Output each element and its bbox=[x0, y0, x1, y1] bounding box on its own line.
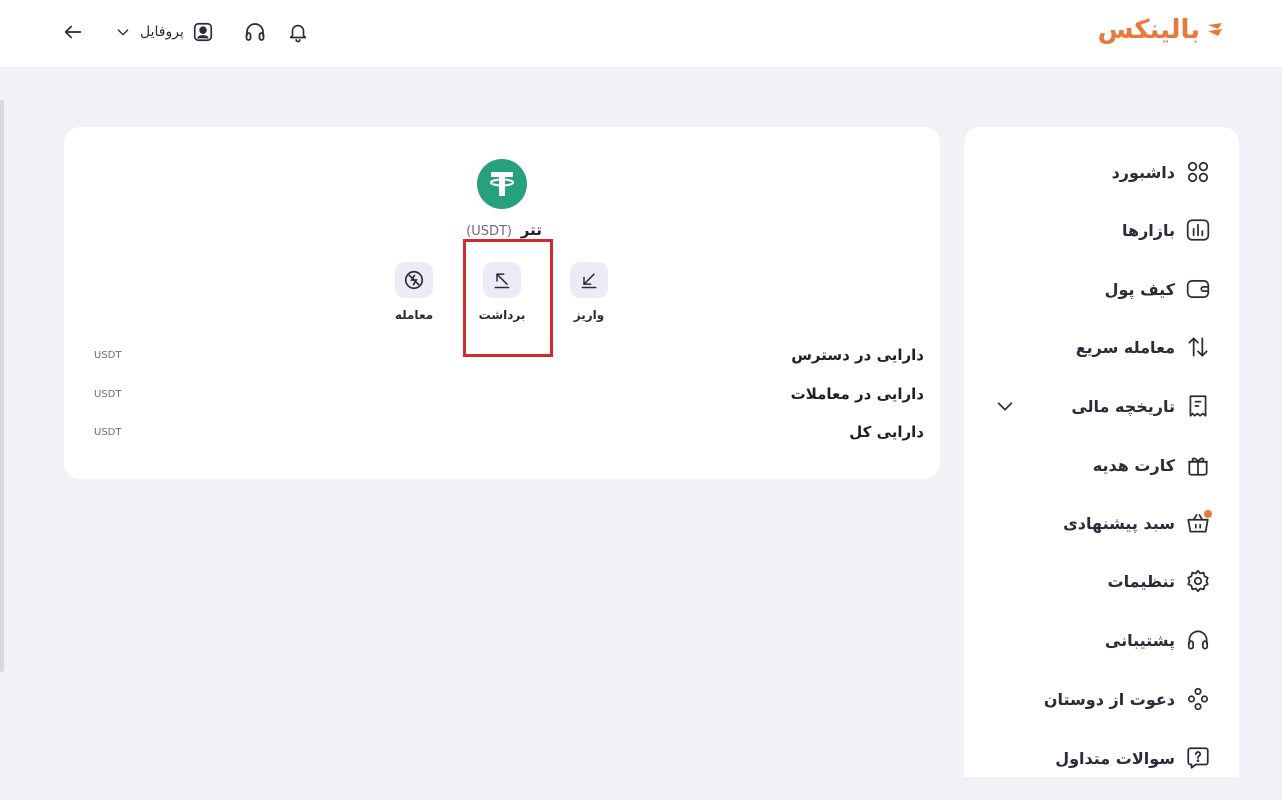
sidebar: داشبورد بازارها کیف پول معامله سریع تاری… bbox=[964, 127, 1239, 777]
sidebar-item-markets[interactable]: بازارها bbox=[1122, 214, 1211, 246]
sidebar-item-label: کارت هدیه bbox=[1092, 455, 1175, 475]
chart-icon bbox=[1185, 217, 1211, 243]
withdraw-highlight-box bbox=[463, 239, 553, 357]
balance-unit: USDT bbox=[94, 388, 122, 400]
user-avatar-icon bbox=[192, 21, 214, 43]
basket-icon bbox=[1185, 510, 1212, 536]
top-bar: بالینکس پروفایل bbox=[0, 0, 1282, 68]
sidebar-item-label: بازارها bbox=[1121, 220, 1175, 240]
sidebar-item-faq[interactable]: سوالات متداول bbox=[1055, 742, 1211, 774]
gift-icon bbox=[1185, 452, 1211, 478]
sidebar-item-dashboard[interactable]: داشبورد bbox=[1112, 156, 1211, 188]
trade-label: معامله bbox=[394, 308, 434, 322]
sidebar-item-label: تاریخچه مالی bbox=[1071, 396, 1175, 416]
sidebar-item-label: تنظیمات bbox=[1107, 571, 1175, 591]
profile-menu[interactable]: پروفایل bbox=[114, 21, 214, 43]
brand-mark-icon bbox=[1208, 23, 1222, 36]
chevron-down-icon[interactable] bbox=[994, 395, 1016, 417]
users-icon bbox=[1185, 686, 1211, 712]
scrollbar[interactable] bbox=[0, 100, 4, 672]
bell-icon[interactable] bbox=[286, 20, 310, 44]
question-icon bbox=[1185, 745, 1211, 771]
sidebar-item-suggested-basket[interactable]: سبد پیشنهادی bbox=[1063, 507, 1212, 539]
sidebar-item-gift-card[interactable]: کارت هدیه bbox=[1093, 449, 1211, 481]
brand-name: بالینکس bbox=[1097, 15, 1200, 45]
balance-row-total: دارایی کل USDT bbox=[94, 420, 924, 444]
balance-label: دارایی کل bbox=[849, 423, 924, 441]
trade-button[interactable]: معامله bbox=[384, 262, 444, 322]
deposit-arrow-icon bbox=[570, 262, 608, 298]
headset-icon bbox=[1185, 627, 1211, 653]
receipt-icon bbox=[1185, 393, 1211, 419]
balance-label: دارایی در دسترس bbox=[791, 346, 924, 364]
sidebar-item-invite-friends[interactable]: دعوت از دوستان bbox=[1044, 683, 1211, 715]
balance-row-available: دارایی در دسترس USDT bbox=[94, 343, 924, 367]
brand-logo[interactable]: بالینکس bbox=[1098, 10, 1226, 50]
profile-label: پروفایل bbox=[140, 24, 184, 40]
sidebar-item-financial-history[interactable]: تاریخچه مالی bbox=[1071, 390, 1211, 422]
sidebar-item-label: سوالات متداول bbox=[1055, 748, 1175, 768]
notification-dot bbox=[1204, 510, 1212, 518]
sidebar-item-wallet[interactable]: کیف پول bbox=[1105, 273, 1211, 305]
balance-row-in-orders: دارایی در معاملات USDT bbox=[94, 382, 924, 406]
headset-icon[interactable] bbox=[242, 19, 268, 45]
asset-name: تتر bbox=[520, 221, 542, 239]
sidebar-item-label: پشتیبانی bbox=[1104, 630, 1175, 650]
sidebar-item-label: سبد پیشنهادی bbox=[1063, 513, 1175, 533]
sidebar-item-label: داشبورد bbox=[1111, 162, 1175, 182]
back-arrow-icon[interactable] bbox=[60, 19, 86, 45]
gear-icon bbox=[1185, 568, 1211, 594]
top-actions: پروفایل bbox=[60, 14, 310, 50]
sidebar-item-settings[interactable]: تنظیمات bbox=[1108, 565, 1211, 597]
chevron-down-icon bbox=[114, 23, 132, 41]
sidebar-item-label: دعوت از دوستان bbox=[1043, 689, 1175, 709]
wallet-icon bbox=[1185, 276, 1211, 302]
sidebar-item-label: کیف پول bbox=[1104, 279, 1175, 299]
asset-card: تتر (USDT) واریز برداشت معامله دارایی در… bbox=[64, 127, 940, 479]
swap-icon bbox=[1185, 334, 1211, 360]
trade-icon bbox=[395, 262, 433, 298]
deposit-button[interactable]: واریز bbox=[559, 262, 619, 322]
asset-symbol: (USDT) bbox=[466, 224, 512, 239]
balance-label: دارایی در معاملات bbox=[790, 385, 924, 403]
sidebar-item-label: معامله سریع bbox=[1075, 337, 1175, 357]
deposit-label: واریز bbox=[573, 308, 605, 322]
tether-logo-icon bbox=[477, 159, 527, 209]
balance-unit: USDT bbox=[94, 426, 122, 438]
asset-title: تتر (USDT) bbox=[404, 221, 604, 241]
sidebar-item-quick-trade[interactable]: معامله سریع bbox=[1076, 331, 1211, 363]
sidebar-item-support[interactable]: پشتیبانی bbox=[1105, 624, 1211, 656]
grid-icon bbox=[1185, 159, 1211, 185]
balance-unit: USDT bbox=[94, 349, 122, 361]
